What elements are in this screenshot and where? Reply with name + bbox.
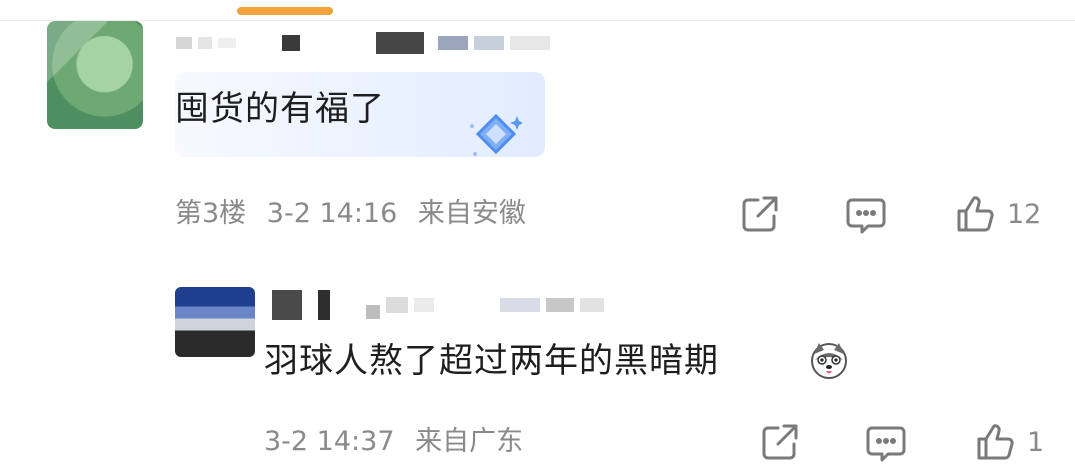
diamond-icon [470,113,522,156]
username-redacted[interactable] [176,32,550,54]
comment-meta: 3-2 14:37 来自广东 [264,428,535,455]
floor-label: 第3楼 [175,198,247,229]
comment-icon [846,198,886,234]
active-tab-indicator [237,7,333,15]
divider [0,20,1075,21]
avatar[interactable] [175,287,255,357]
username-redacted[interactable] [272,290,604,320]
comment-text: 羽球人熬了超过两年的黑暗期 [264,341,719,381]
reply-button[interactable] [866,424,906,462]
like-count: 12 [1007,198,1042,230]
like-button[interactable]: 1 [975,422,1044,462]
thumbs-up-icon [977,424,1014,460]
location-label: 来自安徽 [417,198,526,229]
share-icon [762,424,798,460]
like-button[interactable]: 12 [955,194,1041,234]
location-label: 来自广东 [415,426,524,457]
comment-icon [866,426,906,462]
share-button[interactable] [760,422,800,462]
avatar[interactable] [47,21,143,129]
share-button[interactable] [740,194,780,234]
like-count: 1 [1027,426,1045,458]
timestamp: 3-2 14:16 [266,198,398,229]
comment-meta: 第3楼 3-2 14:16 来自安徽 [175,200,538,227]
share-icon [742,196,778,232]
timestamp: 3-2 14:37 [264,426,395,457]
comment-text: 囤货的有福了 [175,89,385,129]
reply-button[interactable] [846,196,886,234]
thumbs-up-icon [957,196,994,232]
husky-emoji-icon [811,343,847,379]
